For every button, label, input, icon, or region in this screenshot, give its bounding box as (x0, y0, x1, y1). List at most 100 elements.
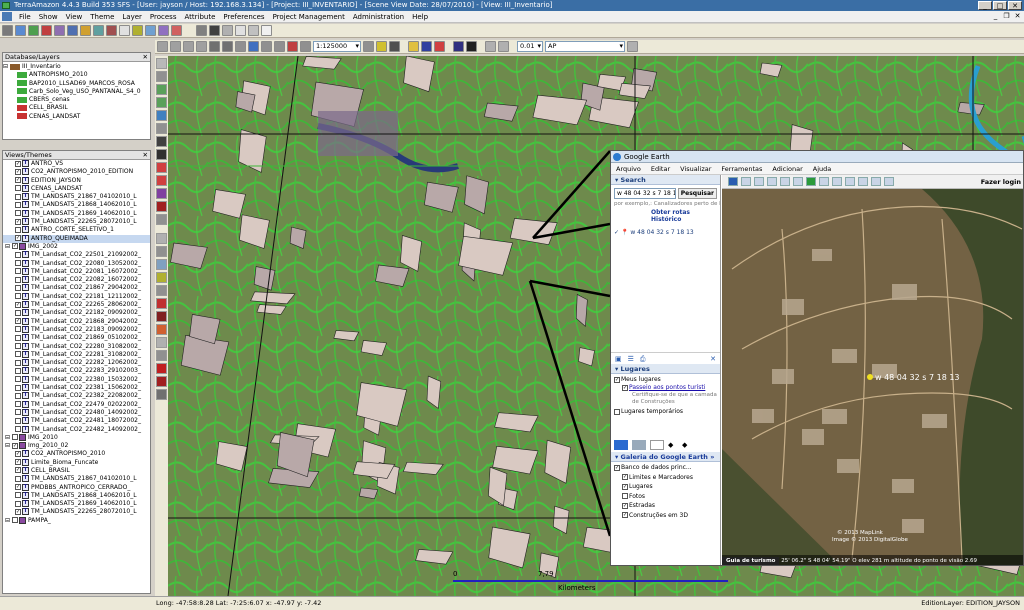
theme-checkbox[interactable] (15, 226, 21, 233)
theme-checkbox[interactable] (15, 417, 21, 424)
menu-administration[interactable]: Administration (349, 13, 408, 21)
ge-layer-primary-db[interactable]: ✓ Banco de dados princ... (614, 463, 717, 473)
ge-clear-icon[interactable]: ✕ (710, 355, 716, 363)
theme-checkbox[interactable] (15, 268, 21, 275)
theme-item[interactable]: T TM_Landsat_CO2_22381_15062002_ (3, 384, 150, 392)
theme-item[interactable]: T TM_LANDSAT5_21869_14062010_L (3, 209, 150, 218)
ge-down-button[interactable]: ◆ (682, 440, 692, 450)
theme-checkbox[interactable] (15, 185, 21, 192)
mdi-close-button[interactable]: ✕ (1013, 12, 1022, 21)
theme-item[interactable]: T TM_Landsat_CO2_22181_12112002_ (3, 292, 150, 301)
theme-item[interactable]: T TM_LANDSAT5_21867_04102010_L (3, 193, 150, 201)
legend-icon[interactable] (119, 25, 130, 36)
undo-icon[interactable] (261, 41, 272, 52)
theme-item[interactable]: ✓ T ANTRO_VS (3, 160, 150, 168)
ge-tour-guide-button[interactable]: Guia de turismo (722, 557, 780, 565)
database-panel-close[interactable]: ✕ (143, 53, 148, 62)
ge-menu-adicionar[interactable]: Adicionar (767, 165, 807, 173)
theme-checkbox[interactable]: ✓ (15, 218, 21, 225)
tools-icon[interactable] (158, 25, 169, 36)
delete-icon[interactable] (434, 41, 445, 52)
lock-icon[interactable] (156, 363, 167, 374)
theme-checkbox[interactable]: ✓ (11, 442, 18, 449)
refresh-icon[interactable] (363, 41, 374, 52)
theme-item[interactable]: T TM_Landsat_CO2_22283_29102003_ (3, 367, 150, 375)
theme-item[interactable]: T TM_Landsat_CO2_22280_31082002_ (3, 342, 150, 351)
theme-checkbox[interactable] (15, 376, 21, 383)
rotate-icon[interactable] (156, 123, 167, 134)
view-group[interactable]: ⊟ ✓ IMG_2002 (3, 242, 150, 251)
theme-item[interactable]: T TM_Landsat_CO2_22482_14092002_ (3, 425, 150, 434)
ge-planets-icon[interactable] (832, 177, 842, 186)
ge-menu-ajuda[interactable]: Ajuda (808, 165, 836, 173)
zoom-extent-icon[interactable] (196, 41, 207, 52)
expand-icon[interactable]: ⊟ (5, 442, 12, 449)
ge-up-button[interactable]: ◆ (668, 440, 678, 450)
theme-item[interactable]: ✓ T TM_Landsat_CO2_21868_29042002_ (3, 317, 150, 326)
layer-item[interactable]: Carb_Solo_Veg_USO_PANTANAL_S4_0 (3, 88, 150, 96)
ge-search-header[interactable]: ▾ Search (611, 175, 720, 185)
theme-item[interactable]: T TM_LANDSAT5_21867_04102010_L (3, 475, 150, 483)
ge-layers-header[interactable]: ▾ Galeria do Google Earth » (611, 452, 720, 462)
theme-checkbox[interactable] (15, 193, 21, 200)
theme-checkbox[interactable] (15, 359, 21, 366)
ge-path-icon[interactable] (767, 177, 777, 186)
export-icon[interactable] (145, 25, 156, 36)
draw-line-icon[interactable] (156, 136, 167, 147)
snap-icon[interactable] (156, 233, 167, 244)
expand-icon[interactable]: ⊟ (5, 243, 12, 250)
theme-checkbox[interactable]: ✓ (11, 243, 18, 250)
theme-checkbox[interactable] (15, 500, 21, 507)
theme-checkbox[interactable] (15, 260, 21, 267)
theme-checkbox[interactable]: ✓ (15, 467, 21, 474)
theme-checkbox[interactable] (15, 401, 21, 408)
theme-item[interactable]: T TM_Landsat_CO2_22382_22082002_ (3, 392, 150, 400)
highlight-icon[interactable] (376, 41, 387, 52)
ge-menu-visualizar[interactable]: Visualizar (675, 165, 716, 173)
menu-help[interactable]: Help (408, 13, 432, 21)
minimize-button[interactable]: _ (978, 1, 992, 10)
ge-placemark-icon[interactable] (741, 177, 751, 186)
move-icon[interactable] (156, 110, 167, 121)
ge-place-tour[interactable]: ✓ Passeio aos pontos turísti (614, 384, 717, 392)
ge-email-icon[interactable] (858, 177, 868, 186)
window-icon[interactable] (248, 25, 259, 36)
menu-preferences[interactable]: Preferences (219, 13, 268, 21)
pointer-icon[interactable] (156, 71, 167, 82)
apply-icon[interactable] (627, 41, 638, 52)
theme-item[interactable]: T TM_Landsat_CO2_22281_31082002_ (3, 350, 150, 359)
view-group[interactable]: ⊟ IMG_2010 (3, 433, 150, 442)
expand-icon[interactable]: ⊟ (5, 517, 12, 524)
menu-show[interactable]: Show (35, 13, 62, 21)
pan-icon[interactable] (209, 41, 220, 52)
ge-list-icon[interactable]: ☰ (628, 355, 634, 363)
theme-checkbox[interactable] (15, 426, 21, 432)
menu-layer[interactable]: Layer (118, 13, 146, 21)
ge-place-temp[interactable]: Lugares temporários (614, 408, 717, 416)
lock-icon[interactable] (389, 41, 400, 52)
menu-file[interactable]: File (15, 13, 35, 21)
ge-polygon-icon[interactable] (754, 177, 764, 186)
save-icon[interactable] (156, 311, 167, 322)
mdi-minimize-button[interactable]: _ (991, 12, 1000, 21)
split-icon[interactable] (156, 175, 167, 186)
theme-item[interactable]: T TM_LANDSAT5_21869_14062010_L (3, 500, 150, 508)
measure-icon[interactable] (222, 41, 233, 52)
ge-search-input[interactable]: w 48 04 32 s 7 18 13 (614, 188, 676, 199)
layer-item[interactable]: CBERS_cenas (3, 96, 150, 104)
theme-checkbox[interactable] (15, 367, 21, 374)
stop-icon[interactable] (2, 25, 13, 36)
navigate-icon[interactable] (196, 25, 207, 36)
views-panel-close[interactable]: ✕ (143, 151, 148, 160)
theme-item[interactable]: ✓ T EDITION_JAYSON (3, 176, 150, 185)
layer-item[interactable]: ANTROPISMO_2010 (3, 71, 150, 79)
home-icon[interactable] (287, 41, 298, 52)
theme-item[interactable]: T TM_Landsat_CO2_22501_21092002_ (3, 251, 150, 259)
ge-places-header[interactable]: ▾ Lugares (611, 364, 720, 374)
theme-checkbox[interactable]: ✓ (15, 160, 21, 167)
theme-item[interactable]: T TM_Landsat_CO2_21869_05102002_ (3, 334, 150, 342)
draw-icon[interactable] (235, 41, 246, 52)
theme-checkbox[interactable] (15, 201, 21, 208)
zoom-out-icon[interactable] (170, 41, 181, 52)
theme-checkbox[interactable] (15, 384, 21, 391)
